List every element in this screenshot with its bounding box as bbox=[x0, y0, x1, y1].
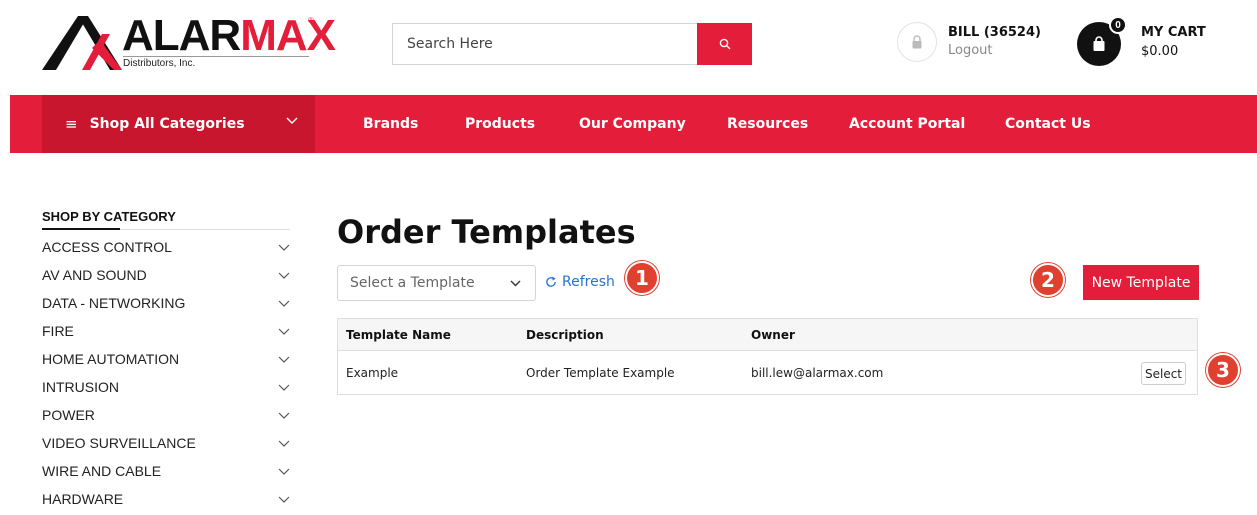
cart-block[interactable]: 0 MY CART $0.00 bbox=[1077, 16, 1206, 66]
table-header: Template Name Description Owner bbox=[338, 319, 1197, 351]
nav-link-brands[interactable]: Brands bbox=[363, 95, 418, 153]
search-button[interactable] bbox=[697, 23, 752, 65]
templates-table: Template Name Description Owner Example … bbox=[337, 318, 1198, 395]
step-marker-3: 3 bbox=[1206, 353, 1240, 387]
chevron-down-icon[interactable] bbox=[278, 300, 290, 307]
chevron-down-icon[interactable] bbox=[278, 412, 290, 419]
template-name-cell: Example bbox=[346, 365, 399, 380]
sidebar-item-data-networking[interactable]: DATA - NETWORKING bbox=[42, 289, 290, 317]
chevron-down-icon bbox=[286, 117, 298, 124]
sidebar-item-fire[interactable]: FIRE bbox=[42, 317, 290, 345]
chevron-down-icon[interactable] bbox=[278, 328, 290, 335]
account-name: BILL (36524) bbox=[948, 25, 1041, 40]
cart-total: $0.00 bbox=[1141, 44, 1179, 59]
sidebar-item-access-control[interactable]: ACCESS CONTROL bbox=[42, 233, 290, 261]
shop-all-label: Shop All Categories bbox=[89, 116, 245, 132]
logo-mark-icon bbox=[42, 16, 122, 70]
chevron-down-icon[interactable] bbox=[278, 272, 290, 279]
logo-wordmark: ALARMAX bbox=[122, 11, 336, 60]
sidebar-item-label: POWER bbox=[42, 407, 95, 423]
chevron-down-icon[interactable] bbox=[278, 496, 290, 503]
template-owner-cell: bill.lew@alarmax.com bbox=[751, 365, 884, 380]
account-text: BILL (36524) Logout bbox=[948, 25, 1041, 62]
sidebar-item-hardware[interactable]: HARDWARE bbox=[42, 485, 290, 513]
logo-word-red: MAX bbox=[240, 11, 336, 60]
sidebar-item-power[interactable]: POWER bbox=[42, 401, 290, 429]
column-header-owner: Owner bbox=[751, 327, 795, 342]
site-header: ALARMAX ® Distributors, Inc. BILL (36524… bbox=[0, 0, 1257, 95]
table-row: Example Order Template Example bill.lew@… bbox=[338, 351, 1197, 394]
sidebar-item-video-surveillance[interactable]: VIDEO SURVEILLANCE bbox=[42, 429, 290, 457]
sidebar-item-label: AV AND SOUND bbox=[42, 267, 147, 283]
sidebar-item-home-automation[interactable]: HOME AUTOMATION bbox=[42, 345, 290, 373]
logo-subtitle: Distributors, Inc. bbox=[123, 56, 309, 69]
logo-word-dark: ALAR bbox=[122, 11, 241, 60]
chevron-down-icon bbox=[510, 280, 521, 287]
cart-button[interactable]: 0 bbox=[1077, 16, 1127, 66]
select-template-button[interactable]: Select bbox=[1141, 362, 1186, 385]
template-select[interactable]: Select a Template bbox=[337, 265, 536, 301]
search-icon bbox=[719, 38, 731, 50]
category-list: ACCESS CONTROL AV AND SOUND DATA - NETWO… bbox=[42, 233, 290, 513]
chevron-down-icon[interactable] bbox=[278, 384, 290, 391]
sidebar-item-label: ACCESS CONTROL bbox=[42, 239, 172, 255]
nav-link-products[interactable]: Products bbox=[465, 95, 535, 153]
refresh-label: Refresh bbox=[562, 274, 615, 290]
nav-link-account-portal[interactable]: Account Portal bbox=[849, 95, 965, 153]
shop-all-categories-button[interactable]: ≡ Shop All Categories bbox=[42, 95, 315, 153]
logo-registered-mark: ® bbox=[308, 16, 314, 25]
column-header-template-name: Template Name bbox=[346, 327, 451, 342]
search-input[interactable] bbox=[392, 23, 698, 65]
cart-count-badge: 0 bbox=[1109, 16, 1127, 34]
category-sidebar: SHOP BY CATEGORY ACCESS CONTROL AV AND S… bbox=[42, 209, 290, 513]
sidebar-item-label: DATA - NETWORKING bbox=[42, 295, 186, 311]
nav-link-our-company[interactable]: Our Company bbox=[579, 95, 686, 153]
sidebar-item-av-and-sound[interactable]: AV AND SOUND bbox=[42, 261, 290, 289]
logout-link[interactable]: Logout bbox=[948, 43, 1041, 58]
cart-text: MY CART $0.00 bbox=[1141, 25, 1206, 66]
shopping-bag-icon bbox=[1093, 36, 1105, 51]
nav-link-contact-us[interactable]: Contact Us bbox=[1005, 95, 1091, 153]
account-block: BILL (36524) Logout bbox=[897, 22, 1041, 62]
sidebar-item-intrusion[interactable]: INTRUSION bbox=[42, 373, 290, 401]
refresh-icon bbox=[546, 276, 556, 287]
refresh-link[interactable]: Refresh bbox=[545, 274, 615, 290]
hamburger-icon: ≡ bbox=[65, 115, 78, 133]
column-header-description: Description bbox=[526, 327, 604, 342]
new-template-button[interactable]: New Template bbox=[1083, 265, 1199, 300]
sidebar-item-label: INTRUSION bbox=[42, 379, 119, 395]
template-description-cell: Order Template Example bbox=[526, 365, 675, 380]
template-select-value: Select a Template bbox=[350, 275, 475, 291]
chevron-down-icon[interactable] bbox=[278, 468, 290, 475]
chevron-down-icon[interactable] bbox=[278, 440, 290, 447]
sidebar-item-wire-and-cable[interactable]: WIRE AND CABLE bbox=[42, 457, 290, 485]
account-lock-button[interactable] bbox=[897, 22, 937, 62]
search-bar bbox=[392, 23, 752, 65]
lock-icon bbox=[912, 35, 922, 49]
cart-label[interactable]: MY CART bbox=[1141, 25, 1206, 40]
step-marker-1: 1 bbox=[625, 261, 659, 295]
alarmax-logo[interactable]: ALARMAX ® Distributors, Inc. bbox=[42, 12, 336, 70]
sidebar-item-label: FIRE bbox=[42, 323, 74, 339]
nav-link-resources[interactable]: Resources bbox=[727, 95, 808, 153]
sidebar-item-label: HARDWARE bbox=[42, 491, 124, 507]
page-title: Order Templates bbox=[337, 213, 636, 251]
sidebar-item-label: WIRE AND CABLE bbox=[42, 463, 162, 479]
sidebar-item-label: HOME AUTOMATION bbox=[42, 351, 180, 367]
sidebar-title: SHOP BY CATEGORY bbox=[42, 209, 290, 230]
chevron-down-icon[interactable] bbox=[278, 244, 290, 251]
chevron-down-icon[interactable] bbox=[278, 356, 290, 363]
main-nav: ≡ Shop All Categories Brands Products Ou… bbox=[10, 95, 1257, 153]
sidebar-item-label: VIDEO SURVEILLANCE bbox=[42, 435, 196, 451]
step-marker-2: 2 bbox=[1031, 263, 1065, 297]
